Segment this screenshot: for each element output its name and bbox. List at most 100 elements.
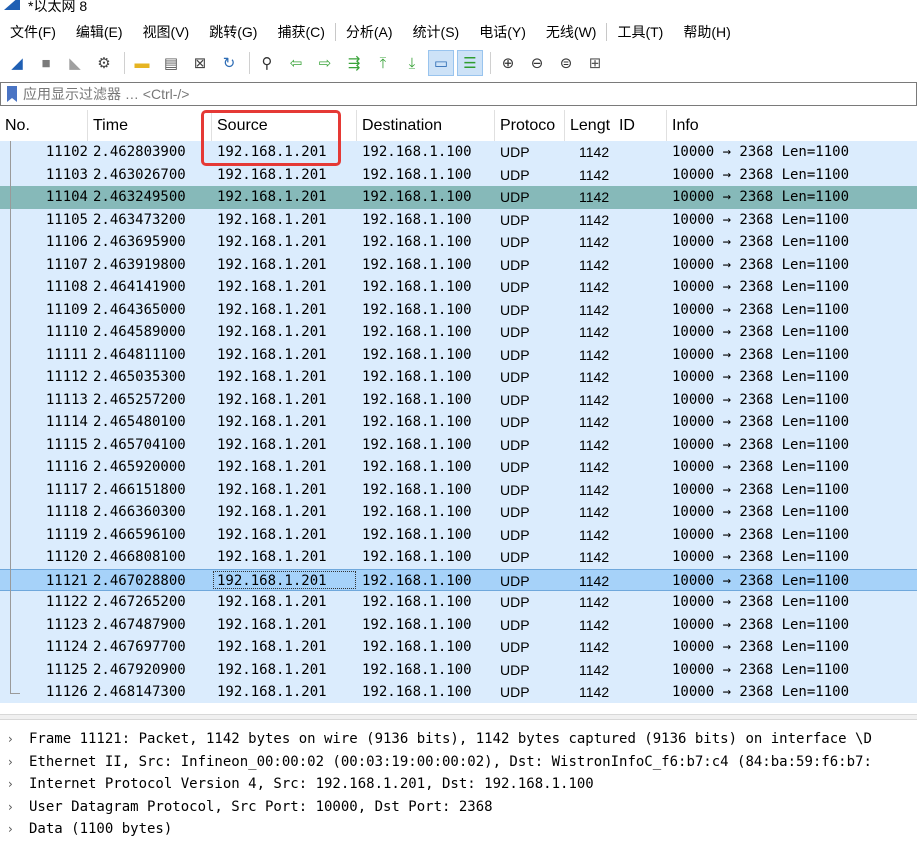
reload-file-icon[interactable]: ↻ — [216, 50, 242, 76]
go-first-icon[interactable]: ⤒ — [370, 50, 396, 76]
packet-row[interactable]: 11105 2.463473200 192.168.1.201 192.168.1.1… — [0, 208, 917, 231]
restart-capture-icon[interactable]: ◣ — [62, 50, 88, 76]
menu-item[interactable]: 电话(Y) — [469, 18, 536, 46]
save-file-icon[interactable]: ▤ — [158, 50, 184, 76]
filter-bookmark-icon[interactable] — [7, 86, 17, 102]
go-back-icon[interactable]: ⇦ — [283, 50, 309, 76]
packet-protocol: UDP — [500, 526, 530, 543]
auto-scroll-icon[interactable]: ▭ — [428, 50, 454, 76]
go-forward-icon[interactable]: ⇨ — [312, 50, 338, 76]
close-file-icon[interactable]: ⊠ — [187, 50, 213, 76]
packet-destination: 192.168.1.100 — [362, 346, 472, 363]
detail-tree-item[interactable]: › User Datagram Protocol, Src Port: 10000… — [0, 796, 917, 819]
packet-length: 1142 — [579, 661, 610, 678]
zoom-out-icon[interactable]: ⊖ — [524, 50, 550, 76]
packet-row[interactable]: 11110 2.464589000 192.168.1.201 192.168.1.1… — [0, 321, 917, 344]
menu-item[interactable]: 捕获(C) — [267, 18, 334, 46]
packet-row[interactable]: 11125 2.467920900 192.168.1.201 192.168.1.1… — [0, 658, 917, 681]
menu-item[interactable]: 编辑(E) — [66, 18, 133, 46]
column-header-time[interactable]: Time — [88, 110, 212, 142]
packet-row[interactable]: 11106 2.463695900 192.168.1.201 192.168.1.1… — [0, 231, 917, 254]
colorize-icon[interactable]: ☰ — [457, 50, 483, 76]
expand-chevron-icon[interactable]: › — [8, 773, 13, 796]
packet-protocol: UDP — [500, 504, 530, 520]
expand-chevron-icon[interactable]: › — [8, 751, 13, 774]
zoom-in-icon[interactable]: ⊕ — [495, 50, 521, 76]
expand-chevron-icon[interactable]: › — [8, 818, 13, 841]
packet-info: 10000 → 2368 Len=1100 — [672, 414, 850, 430]
detail-tree-item[interactable]: › Data (1100 bytes) — [0, 818, 917, 841]
column-header-destination[interactable]: Destination — [357, 110, 495, 142]
packet-length: 1142 — [579, 481, 610, 498]
pane-splitter[interactable] — [0, 714, 917, 720]
display-filter-input[interactable] — [23, 86, 916, 102]
menu-item[interactable]: 无线(W) — [536, 18, 607, 46]
column-header-no[interactable]: No. — [0, 110, 88, 142]
packet-row[interactable]: 11113 2.465257200 192.168.1.201 192.168.1.1… — [0, 388, 917, 411]
menu-item[interactable]: 帮助(H) — [673, 18, 740, 46]
shark-fin-start-icon[interactable]: ◢ — [4, 50, 30, 76]
packet-info: 10000 → 2368 Len=1100 — [672, 234, 850, 250]
packet-row[interactable]: 11115 2.465704100 192.168.1.201 192.168.1.1… — [0, 433, 917, 456]
packet-row[interactable]: 11119 2.466596100 192.168.1.201 192.168.1.1… — [0, 523, 917, 546]
detail-tree-item[interactable]: › Frame 11121: Packet, 1142 bytes on wire… — [0, 728, 917, 751]
packet-number: 11126 — [45, 684, 88, 700]
packet-source: 192.168.1.201 — [217, 616, 327, 633]
find-packet-icon[interactable]: ⚲ — [254, 50, 280, 76]
zoom-out-icon: ⊖ — [530, 55, 544, 72]
column-header-length-id[interactable]: Lengt ID — [565, 110, 667, 142]
go-last-icon[interactable]: ⤓ — [399, 50, 425, 76]
menu-item[interactable]: 统计(S) — [403, 18, 470, 46]
packet-row[interactable]: 11112 2.465035300 192.168.1.201 192.168.1.1… — [0, 366, 917, 389]
packet-row[interactable]: 11111 2.464811100 192.168.1.201 192.168.1.1… — [0, 343, 917, 366]
packet-row[interactable]: 11123 2.467487900 192.168.1.201 192.168.1.1… — [0, 613, 917, 636]
packet-list[interactable]: 11102 2.462803900 192.168.1.201 192.168.1.1… — [0, 141, 917, 703]
packet-details-pane[interactable]: › Frame 11121: Packet, 1142 bytes on wire… — [0, 728, 917, 848]
colorize-icon: ☰ — [463, 55, 477, 72]
packet-source: 192.168.1.201 — [217, 684, 327, 700]
detail-tree-item[interactable]: › Ethernet II, Src: Infineon_00:00:02 (00… — [0, 751, 917, 774]
packet-row[interactable]: 11117 2.466151800 192.168.1.201 192.168.1.1… — [0, 478, 917, 501]
menu-item[interactable]: 文件(F) — [0, 18, 66, 46]
packet-source: 192.168.1.201 — [217, 324, 327, 340]
go-to-packet-icon[interactable]: ⇶ — [341, 50, 367, 76]
packet-row[interactable]: 11107 2.463919800 192.168.1.201 192.168.1.1… — [0, 253, 917, 276]
packet-row[interactable]: 11104 2.463249500 192.168.1.201 192.168.1.1… — [0, 186, 917, 209]
packet-row[interactable]: 11122 2.467265200 192.168.1.201 192.168.1.1… — [0, 591, 917, 614]
packet-row[interactable]: 11102 2.462803900 192.168.1.201 192.168.1.1… — [0, 141, 917, 164]
menu-item[interactable]: 工具(T) — [607, 18, 673, 46]
expand-chevron-icon[interactable]: › — [8, 728, 13, 751]
detail-tree-item[interactable]: › Internet Protocol Version 4, Src: 192.1… — [0, 773, 917, 796]
resize-columns-icon[interactable]: ⊞ — [582, 50, 608, 76]
packet-time: 2.465704100 — [93, 436, 186, 453]
column-header-protocol[interactable]: Protoco — [495, 110, 565, 142]
column-header-info[interactable]: Info — [667, 110, 917, 142]
menu-item[interactable]: 跳转(G) — [199, 18, 267, 46]
packet-row[interactable]: 11103 2.463026700 192.168.1.201 192.168.1.1… — [0, 163, 917, 186]
packet-row[interactable]: 11109 2.464365000 192.168.1.201 192.168.1.1… — [0, 298, 917, 321]
packet-length: 1142 — [579, 616, 610, 633]
packet-row-selected[interactable]: 11121 2.467028800 192.168.1.201 192.168.1.1… — [0, 568, 917, 591]
menu-item[interactable]: 视图(V) — [133, 18, 200, 46]
packet-row[interactable]: 11118 2.466360300 192.168.1.201 192.168.1.1… — [0, 501, 917, 524]
zoom-reset-icon[interactable]: ⊜ — [553, 50, 579, 76]
stop-capture-icon[interactable]: ■ — [33, 50, 59, 76]
packet-source: 192.168.1.201 — [217, 391, 327, 408]
packet-row[interactable]: 11108 2.464141900 192.168.1.201 192.168.1.1… — [0, 276, 917, 299]
packet-protocol: UDP — [500, 279, 530, 295]
packet-row[interactable]: 11116 2.465920000 192.168.1.201 192.168.1.1… — [0, 456, 917, 479]
column-header-source[interactable]: Source — [212, 110, 357, 142]
open-file-icon[interactable]: ▬ — [129, 50, 155, 76]
menu-item[interactable]: 分析(A) — [336, 18, 403, 46]
packet-row[interactable]: 11124 2.467697700 192.168.1.201 192.168.1.1… — [0, 636, 917, 659]
packet-row[interactable]: 11114 2.465480100 192.168.1.201 192.168.1.1… — [0, 411, 917, 434]
packet-time: 2.467697700 — [93, 639, 186, 655]
capture-options-icon[interactable]: ⚙ — [91, 50, 117, 76]
packet-destination: 192.168.1.100 — [362, 459, 472, 475]
packet-number: 11117 — [45, 481, 88, 498]
packet-row[interactable]: 11126 2.468147300 192.168.1.201 192.168.1.1… — [0, 681, 917, 703]
packet-row[interactable]: 11120 2.466808100 192.168.1.201 192.168.1.1… — [0, 546, 917, 569]
packet-destination: 192.168.1.100 — [362, 639, 472, 655]
packet-length: 1142 — [579, 144, 610, 160]
expand-chevron-icon[interactable]: › — [8, 796, 13, 819]
